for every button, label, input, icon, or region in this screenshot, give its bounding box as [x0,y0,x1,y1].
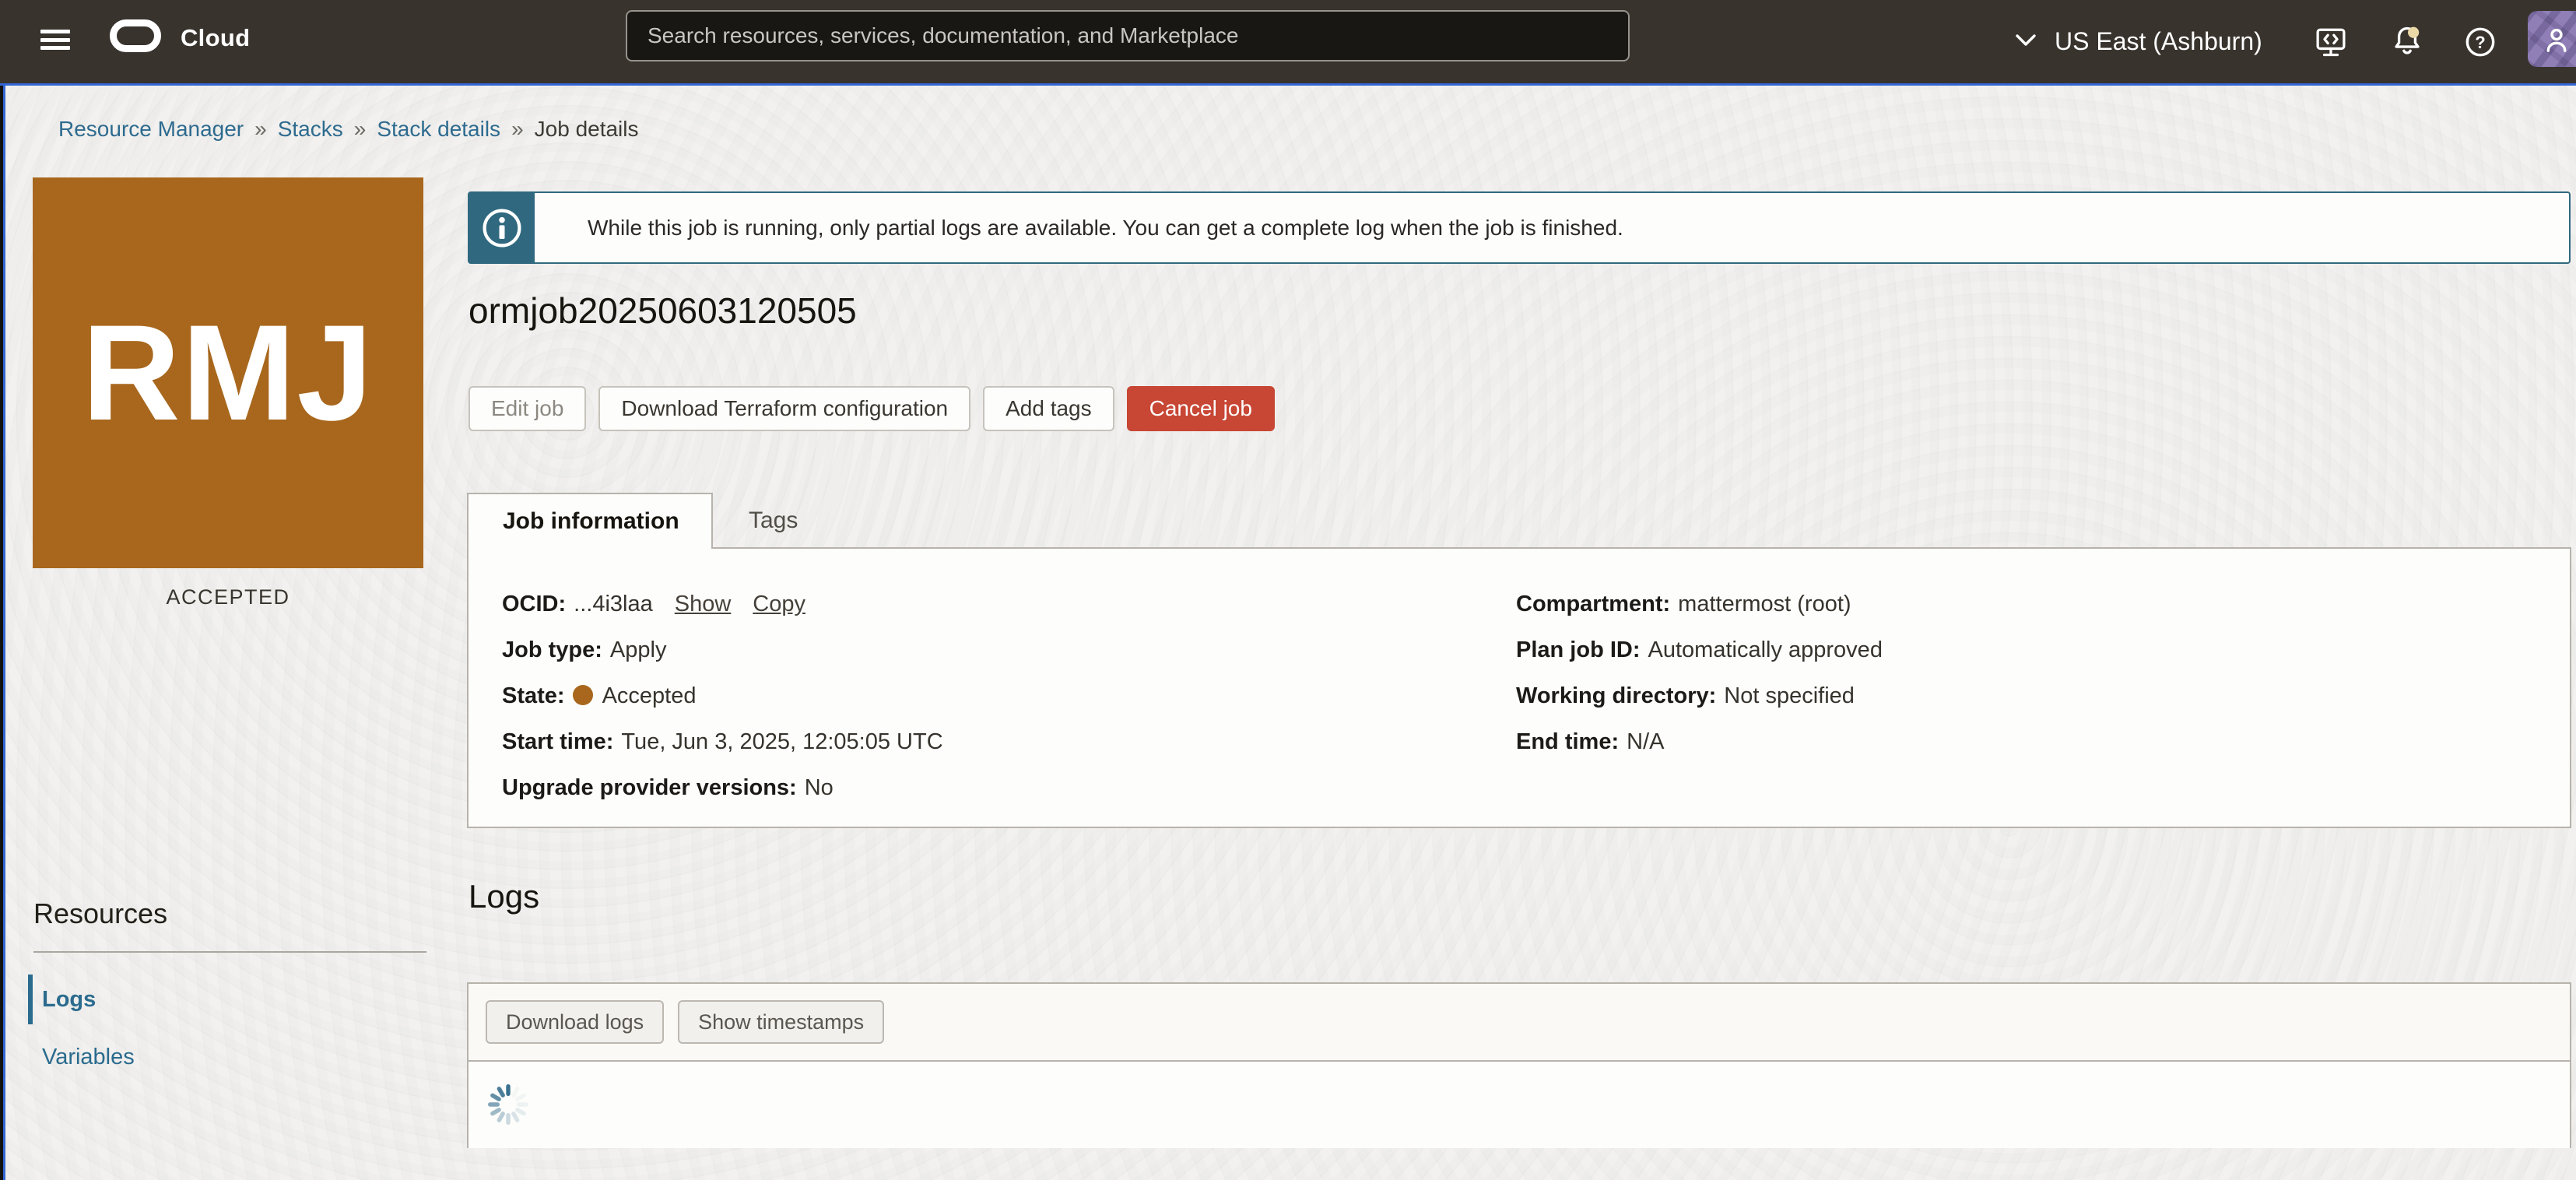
detail-label: Start time: [502,729,613,754]
help-icon[interactable]: ? [2462,0,2498,83]
info-banner: While this job is running, only partial … [468,191,2571,264]
detail-label: State: [502,683,565,708]
sidebar-item-logs[interactable]: Logs [28,975,417,1024]
job-avatar: RMJ [33,177,423,568]
detail-value: Tue, Jun 3, 2025, 12:05:05 UTC [621,729,942,754]
detail-row-job-type: Job type: Apply [502,636,943,664]
resources-list: Logs Variables [28,975,417,1090]
detail-row-upgrade-provider-versions: Upgrade provider versions: No [502,774,943,802]
notification-badge [2408,26,2419,37]
banner-message: While this job is running, only partial … [535,193,1623,262]
user-avatar[interactable] [2528,11,2576,67]
oracle-logo-icon [109,19,162,57]
breadcrumb-job-details: Job details [535,117,639,142]
logs-panel: Download logs Show timestamps [467,982,2571,1148]
chevron-down-icon [2014,30,2037,53]
detail-row-working-directory: Working directory: Not specified [1516,682,1883,710]
details-column-left: OCID: ...4i3laa Show Copy Job type: Apply Stat… [502,590,943,820]
breadcrumb: Resource Manager » Stacks » Stack details » Jo… [58,117,639,142]
region-selector[interactable]: US East (Ashburn) [2014,0,2262,83]
focus-frame-left [3,83,5,1180]
edit-job-button[interactable]: Edit job [469,386,586,431]
job-avatar-initials: RMJ [82,295,374,451]
detail-value: ...4i3laa [574,592,653,616]
breadcrumb-stacks[interactable]: Stacks [278,117,343,142]
show-timestamps-button[interactable]: Show timestamps [678,1000,884,1044]
detail-row-compartment: Compartment: mattermost (root) [1516,590,1883,618]
detail-value: N/A [1627,729,1664,754]
logs-toolbar: Download logs Show timestamps [469,984,2570,1062]
detail-value: Not specified [1724,683,1855,708]
detail-row-end-time: End time: N/A [1516,728,1883,756]
logs-heading: Logs [469,878,539,915]
detail-label: End time: [1516,729,1619,754]
detail-value: Apply [610,637,667,662]
detail-label: Working directory: [1516,683,1716,708]
resources-divider [33,951,426,953]
notifications-bell-icon[interactable] [2388,0,2427,83]
detail-label: OCID: [502,592,566,616]
show-link[interactable]: Show [675,592,732,616]
action-buttons: Edit job Download Terraform configuratio… [469,386,1275,431]
hamburger-menu-icon[interactable] [40,30,70,50]
brand-label: Cloud [181,24,250,52]
focus-frame-top [0,83,2576,86]
page-title: ormjob20250603120505 [469,290,857,332]
region-label: US East (Ashburn) [2055,27,2262,56]
top-navigation-bar: Cloud US East (Ashburn) ? [0,0,2576,83]
svg-text:?: ? [2475,33,2485,52]
detail-value: No [805,775,834,800]
breadcrumb-separator: » [354,117,367,142]
tab-bar: Job information Tags [467,493,834,549]
cloud-shell-console-icon[interactable] [2313,0,2349,83]
tab-job-information[interactable]: Job information [467,493,713,549]
detail-value: mattermost (root) [1678,592,1851,616]
brand: Cloud [109,19,250,57]
copy-link[interactable]: Copy [753,592,805,616]
state-dot [573,685,593,705]
detail-label: Upgrade provider versions: [502,775,797,800]
search-input[interactable] [626,10,1630,61]
breadcrumb-separator: » [254,117,267,142]
download-logs-button[interactable]: Download logs [486,1000,664,1044]
status-caption: ACCEPTED [33,585,423,609]
resources-heading: Resources [33,897,167,930]
breadcrumb-resource-manager[interactable]: Resource Manager [58,117,244,142]
info-icon [469,193,535,262]
loading-spinner [486,1082,531,1127]
detail-value: Accepted [602,683,697,708]
tab-tags[interactable]: Tags [713,493,834,549]
breadcrumb-stack-details[interactable]: Stack details [377,117,500,142]
detail-row-plan-job-id: Plan job ID: Automatically approved [1516,636,1883,664]
detail-row-ocid: OCID: ...4i3laa Show Copy [502,590,943,618]
logs-body [469,1062,2570,1148]
details-column-right: Compartment: mattermost (root) Plan job ID… [1516,590,1883,774]
breadcrumb-separator: » [511,117,524,142]
detail-label: Plan job ID: [1516,637,1641,662]
sidebar-item-variables[interactable]: Variables [28,1032,417,1082]
detail-label: Compartment: [1516,592,1670,616]
add-tags-button[interactable]: Add tags [983,386,1114,431]
detail-row-start-time: Start time: Tue, Jun 3, 2025, 12:05:05 UT… [502,728,943,756]
cancel-job-button[interactable]: Cancel job [1127,386,1275,431]
detail-value: Automatically approved [1648,637,1883,662]
download-terraform-configuration-button[interactable]: Download Terraform configuration [598,386,970,431]
detail-label: Job type: [502,637,602,662]
detail-row-state: State: Accepted [502,682,943,710]
